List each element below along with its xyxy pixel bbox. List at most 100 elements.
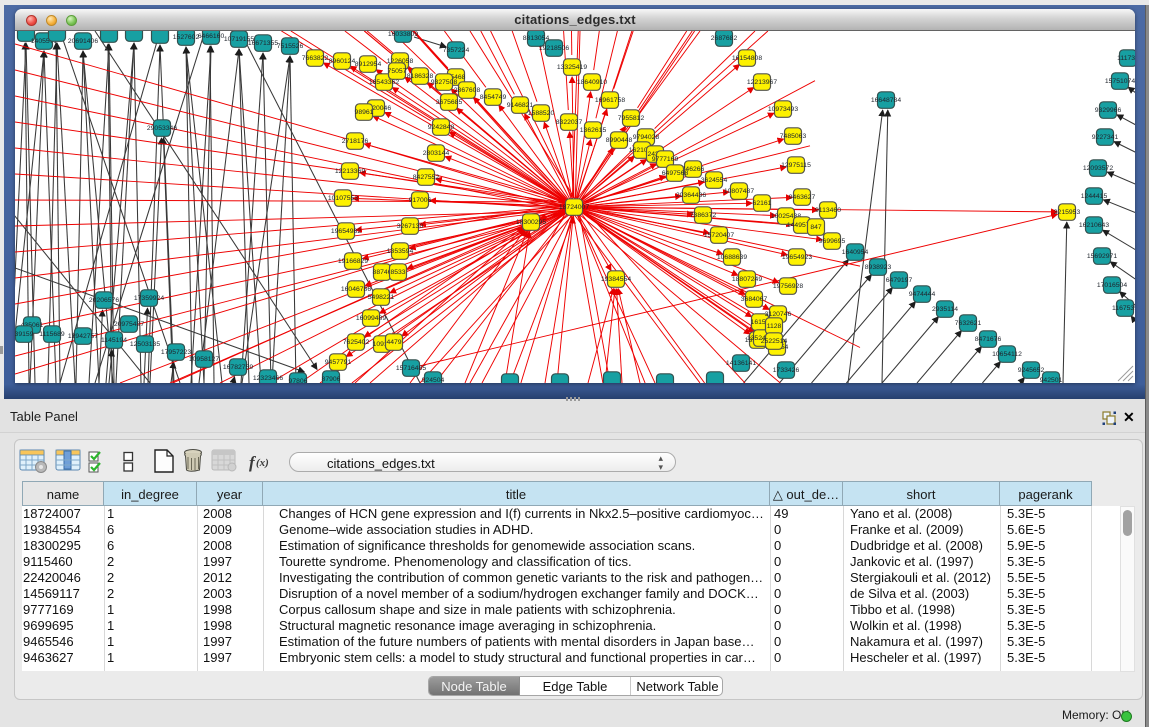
svg-text:10654112: 10654112 [992, 351, 1022, 358]
svg-text:(x): (x) [256, 457, 269, 469]
svg-text:8427552: 8427552 [413, 174, 440, 181]
svg-text:12975115: 12975115 [781, 162, 811, 169]
svg-text:15751074: 15751074 [1105, 78, 1135, 85]
svg-text:5498221: 5498221 [368, 294, 395, 301]
svg-text:7386372: 7386372 [690, 212, 717, 219]
svg-text:12213967: 12213967 [747, 79, 777, 86]
svg-text:88746: 88746 [373, 269, 392, 276]
svg-text:19166829: 19166829 [338, 258, 368, 265]
svg-text:1115689: 1115689 [39, 331, 65, 338]
svg-text:19654923: 19654923 [782, 254, 812, 261]
svg-text:39159: 39159 [15, 331, 34, 338]
svg-text:2718176: 2718176 [342, 138, 369, 145]
svg-text:9113460: 9113460 [815, 207, 841, 214]
svg-text:12503135: 12503135 [130, 341, 160, 348]
svg-text:12942757: 12942757 [68, 333, 98, 340]
svg-text:6466160: 6466160 [198, 33, 225, 40]
svg-text:97806: 97806 [289, 378, 308, 383]
svg-text:18640910: 18640910 [577, 79, 607, 86]
svg-text:6479197: 6479197 [886, 277, 913, 284]
svg-text:2867608: 2867608 [454, 87, 481, 94]
svg-text:1733426: 1733426 [773, 367, 800, 374]
svg-text:3684067: 3684067 [741, 296, 768, 303]
svg-text:16154808: 16154808 [732, 55, 762, 62]
svg-text:7955812: 7955812 [618, 115, 645, 122]
svg-text:9242848: 9242848 [428, 124, 455, 131]
svg-text:19756928: 19756928 [773, 283, 803, 290]
svg-text:9474444: 9474444 [909, 291, 936, 298]
svg-text:7515526: 7515526 [277, 43, 304, 50]
svg-text:3267130: 3267130 [397, 223, 424, 230]
svg-text:9457791: 9457791 [325, 359, 352, 366]
svg-text:20975487: 20975487 [114, 321, 144, 328]
svg-text:7485063: 7485063 [780, 133, 807, 140]
svg-text:19384554: 19384554 [601, 276, 631, 283]
svg-text:18300295: 18300295 [516, 219, 546, 226]
svg-text:15692971: 15692971 [1087, 253, 1117, 260]
svg-text:98961: 98961 [355, 109, 374, 116]
svg-text:2522514: 2522514 [761, 338, 788, 345]
svg-text:12323466: 12323466 [253, 375, 283, 382]
svg-text:16648784: 16648784 [871, 97, 901, 104]
svg-text:16782759: 16782759 [223, 364, 253, 371]
svg-text:13325419: 13325419 [557, 64, 587, 71]
svg-text:3675685: 3675685 [436, 99, 463, 106]
svg-text:15716485: 15716485 [396, 365, 426, 372]
svg-text:1244415: 1244415 [1081, 193, 1108, 200]
svg-text:917006: 917006 [409, 197, 432, 204]
svg-text:1353594: 1353594 [387, 248, 414, 255]
svg-text:12093572: 12093572 [1083, 165, 1113, 172]
svg-text:19654982: 19654982 [331, 228, 361, 235]
svg-text:8322037: 8322037 [556, 119, 583, 126]
svg-text:62161: 62161 [753, 200, 772, 207]
svg-text:10107553: 10107553 [328, 195, 358, 202]
svg-text:3624554: 3624554 [701, 177, 728, 184]
svg-text:6497568: 6497568 [662, 170, 689, 177]
svg-text:9463627: 9463627 [789, 194, 816, 201]
svg-text:8813054: 8813054 [523, 35, 550, 42]
svg-text:9227341: 9227341 [1092, 134, 1119, 141]
svg-text:8960124: 8960124 [329, 58, 356, 65]
svg-text:20691406: 20691406 [68, 38, 98, 45]
svg-text:4479: 4479 [386, 339, 401, 346]
svg-text:16543362: 16543362 [369, 79, 399, 86]
svg-text:20206576: 20206576 [89, 297, 119, 304]
svg-text:7357224: 7357224 [443, 47, 470, 54]
svg-text:9327508: 9327508 [431, 79, 458, 86]
svg-text:75057: 75057 [388, 68, 407, 75]
svg-text:10973493: 10973493 [768, 106, 798, 113]
svg-text:16033809: 16033809 [388, 31, 418, 38]
svg-text:1527602: 1527602 [173, 34, 200, 41]
svg-text:17016504: 17016504 [1097, 282, 1127, 289]
svg-text:18724007: 18724007 [559, 204, 589, 211]
svg-text:942501: 942501 [1040, 377, 1063, 383]
svg-text:14136141: 14136141 [726, 360, 756, 367]
svg-text:1362615: 1362615 [580, 127, 607, 134]
svg-text:16961758: 16961758 [595, 97, 625, 104]
svg-text:16099489: 16099489 [356, 315, 386, 322]
svg-text:9245652: 9245652 [1018, 367, 1045, 374]
svg-text:16210643: 16210643 [1079, 222, 1109, 229]
svg-text:8471676: 8471676 [975, 336, 1002, 343]
svg-text:1640954: 1640954 [842, 249, 869, 256]
svg-text:2803144: 2803144 [423, 150, 450, 157]
svg-text:3120746: 3120746 [765, 311, 792, 318]
svg-text:7625402: 7625402 [343, 339, 370, 346]
svg-text:847: 847 [810, 224, 822, 231]
svg-text:1128: 1128 [767, 323, 782, 330]
svg-text:16046786: 16046786 [341, 286, 371, 293]
svg-text:8912954: 8912954 [355, 61, 382, 68]
svg-text:8938923: 8938923 [865, 264, 892, 271]
svg-text:8186328: 8186328 [407, 73, 434, 80]
svg-text:18807249: 18807249 [732, 276, 762, 283]
svg-text:9146821: 9146821 [507, 102, 534, 109]
svg-text:19218506: 19218506 [539, 45, 569, 52]
svg-text:2687682: 2687682 [711, 35, 738, 42]
svg-text:8990448: 8990448 [606, 137, 633, 144]
svg-text:29053346: 29053346 [147, 125, 177, 132]
svg-text:1145194: 1145194 [101, 337, 127, 344]
svg-text:12213369: 12213369 [335, 168, 365, 175]
svg-text:111731: 111731 [1117, 55, 1135, 62]
svg-text:1167539: 1167539 [1112, 305, 1135, 312]
svg-text:8533: 8533 [390, 269, 405, 276]
